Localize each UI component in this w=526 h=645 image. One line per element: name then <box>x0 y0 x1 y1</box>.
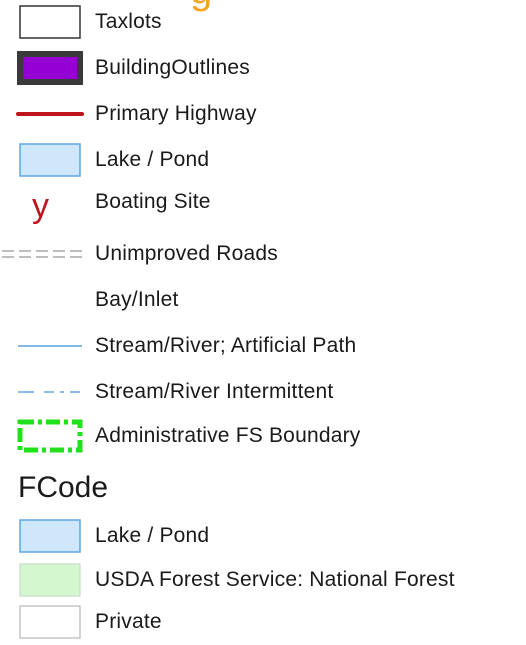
fcode-national-forest-swatch-icon <box>14 560 84 600</box>
legend-label: Lake / Pond <box>95 524 210 547</box>
fcode-item-private: Private <box>0 602 526 642</box>
taxlots-swatch-icon <box>14 2 84 42</box>
legend-label: BuildingOutlines <box>95 56 250 79</box>
legend-item-boating-site: y Boating Site <box>0 187 526 228</box>
map-legend: g Taxlots BuildingOutlines Primary Highw… <box>0 0 526 645</box>
fcode-private-swatch-icon <box>14 602 84 642</box>
legend-item-stream-intermittent: Stream/River Intermittent <box>0 372 526 412</box>
legend-item-fs-boundary: Administrative FS Boundary <box>0 416 526 456</box>
legend-item-taxlots: Taxlots <box>0 2 526 42</box>
legend-item-building-outlines: BuildingOutlines <box>0 48 526 88</box>
legend-label: USDA Forest Service: National Forest <box>95 568 455 591</box>
fcode-item-lake-pond: Lake / Pond <box>0 516 526 556</box>
stream-river-line-icon <box>14 326 84 366</box>
legend-label: Boating Site <box>95 190 211 213</box>
legend-item-primary-highway: Primary Highway <box>0 94 526 134</box>
legend-label: Unimproved Roads <box>95 242 278 265</box>
legend-label: Bay/Inlet <box>95 288 179 311</box>
legend-label: Private <box>95 610 162 633</box>
unimproved-roads-line-icon <box>0 234 82 274</box>
boating-site-glyph-icon: y <box>32 187 49 225</box>
legend-item-unimproved-roads: Unimproved Roads <box>0 234 526 274</box>
fcode-item-national-forest: USDA Forest Service: National Forest <box>0 560 526 600</box>
legend-item-bay-inlet: Bay/Inlet <box>0 280 526 320</box>
legend-label: Stream/River Intermittent <box>95 380 334 403</box>
stream-intermittent-line-icon <box>14 372 84 412</box>
fcode-heading: FCode <box>18 471 109 504</box>
legend-label: Stream/River; Artificial Path <box>95 334 357 357</box>
legend-item-lake-pond: Lake / Pond <box>0 140 526 180</box>
lake-pond-swatch-icon <box>14 140 84 180</box>
primary-highway-line-icon <box>14 94 84 134</box>
fs-boundary-swatch-icon <box>14 416 84 456</box>
legend-label: Lake / Pond <box>95 148 210 171</box>
legend-label: Primary Highway <box>95 102 257 125</box>
legend-item-stream-river: Stream/River; Artificial Path <box>0 326 526 366</box>
legend-label: Taxlots <box>95 10 162 33</box>
legend-label: Administrative FS Boundary <box>95 424 361 447</box>
building-outline-swatch-icon <box>14 48 84 88</box>
fcode-lake-pond-swatch-icon <box>14 516 84 556</box>
